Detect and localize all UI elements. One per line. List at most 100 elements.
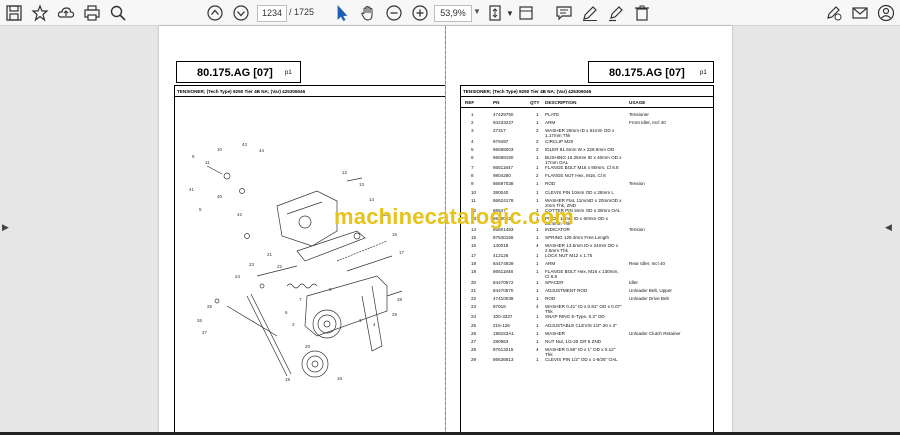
bookmark-star-icon[interactable] bbox=[30, 3, 50, 23]
left-panel-toggle-icon[interactable]: ▶ bbox=[2, 222, 9, 233]
account-icon[interactable] bbox=[876, 3, 896, 23]
qty-cell: 1 bbox=[536, 181, 539, 187]
description-cell: FLANGE NUT Hex, M16, Cl 8 bbox=[545, 173, 606, 179]
callout-40: 40 bbox=[217, 194, 223, 199]
qty-cell: 1 bbox=[536, 269, 539, 275]
ref-cell: 28 bbox=[471, 346, 477, 352]
delete-icon[interactable] bbox=[632, 3, 652, 23]
cloud-upload-icon[interactable] bbox=[56, 3, 76, 23]
pn-cell: 979497 bbox=[493, 138, 509, 144]
ref-cell: 26 bbox=[471, 330, 477, 336]
callout-26: 26 bbox=[197, 318, 203, 323]
usage-cell: Unloader Clutch Retainer bbox=[629, 330, 681, 336]
zoom-dropdown-icon[interactable]: ▼ bbox=[473, 7, 481, 16]
callout-4: 4 bbox=[373, 322, 376, 327]
page-number-input[interactable]: 1234 bbox=[257, 5, 287, 22]
qty-cell: 1 bbox=[536, 287, 539, 293]
previous-page-icon[interactable] bbox=[205, 3, 225, 23]
qty-cell: 4 bbox=[536, 346, 539, 352]
callout-27: 27 bbox=[202, 330, 208, 335]
usage-cell: Front Idler, Incl 40 bbox=[629, 120, 666, 126]
comment-icon[interactable] bbox=[554, 3, 574, 23]
ref-cell: 11 bbox=[471, 197, 476, 203]
pn-cell: 47410038 bbox=[493, 295, 514, 301]
pn-cell: 86697038 bbox=[493, 181, 514, 187]
search-icon[interactable] bbox=[108, 3, 128, 23]
description-cell: PLATE bbox=[545, 112, 560, 117]
description-cell: ADJUSTABLE CLEVIS 1/2"-20 x 3" bbox=[545, 322, 617, 328]
next-page-icon[interactable] bbox=[231, 3, 251, 23]
ref-cell: 6 bbox=[471, 154, 474, 160]
pn-cell: 27317 bbox=[493, 128, 506, 134]
pen-icon[interactable] bbox=[580, 3, 600, 23]
description-cell-continued: 17mm OAL bbox=[545, 159, 569, 165]
callout-17: 17 bbox=[399, 250, 405, 255]
left-page-number: p1 bbox=[285, 70, 292, 76]
description-cell: SPRING 129.3mm Free Length bbox=[545, 234, 610, 240]
pn-cell: 86624178 bbox=[493, 197, 514, 203]
pn-cell: 9804280 bbox=[493, 173, 511, 179]
description-cell-continued: 1.17mm Thk bbox=[545, 133, 571, 139]
callout-10: 10 bbox=[217, 147, 223, 152]
col-qty-header: QTY bbox=[530, 100, 540, 105]
pn-cell: 86636813 bbox=[493, 357, 514, 363]
pn-cell: 94233227 bbox=[493, 120, 514, 126]
description-cell: ARM bbox=[545, 261, 556, 267]
rotate-view-icon[interactable] bbox=[516, 3, 536, 23]
col-ref-header: REF bbox=[465, 100, 475, 105]
pn-cell: 215-126 bbox=[493, 322, 510, 328]
qty-cell: 1 bbox=[536, 314, 539, 320]
ref-cell: 8 bbox=[471, 173, 474, 179]
callout-41: 41 bbox=[189, 187, 195, 192]
qty-cell: 2 bbox=[536, 173, 539, 179]
pn-cell: 380040 bbox=[493, 189, 509, 195]
qty-cell: 1 bbox=[536, 253, 539, 259]
pn-cell: 280963 bbox=[493, 338, 509, 344]
qty-cell: 1 bbox=[536, 357, 539, 363]
usage-cell: Unloader Belt, Upper bbox=[629, 287, 672, 293]
description-cell: LOCK NUT M12 x 1.75 bbox=[545, 253, 593, 259]
zoom-out-icon[interactable] bbox=[384, 3, 404, 23]
callout-42: 42 bbox=[237, 212, 243, 217]
ref-cell: 18 bbox=[471, 261, 477, 267]
highlight-icon[interactable] bbox=[606, 3, 626, 23]
callout-9: 9 bbox=[192, 154, 195, 159]
qty-cell: 1 bbox=[536, 338, 539, 344]
ref-cell: 7 bbox=[471, 165, 474, 171]
hand-tool-icon[interactable] bbox=[358, 3, 378, 23]
zoom-in-icon[interactable] bbox=[410, 3, 430, 23]
save-icon[interactable] bbox=[4, 3, 24, 23]
description-cell: FLANGE BOLT M16 x 90mm, Cl 8.8 bbox=[545, 165, 619, 171]
print-icon[interactable] bbox=[82, 3, 102, 23]
usage-cell: Idler bbox=[629, 279, 638, 285]
ref-cell: 9 bbox=[471, 181, 474, 187]
callout-16: 16 bbox=[392, 232, 398, 237]
sign-icon[interactable] bbox=[824, 3, 844, 23]
ref-cell: 3 bbox=[471, 128, 474, 134]
description-cell: ADJUSTMENT ROD bbox=[545, 287, 588, 293]
email-icon[interactable] bbox=[850, 3, 870, 23]
callout-23: 23 bbox=[249, 262, 255, 267]
callout-3: 3 bbox=[359, 318, 362, 323]
pn-cell: 87613215 bbox=[493, 346, 514, 352]
right-panel-toggle-icon[interactable]: ◀ bbox=[885, 222, 892, 233]
description-cell: WASHER 0.66" ID x 1" OD x 0.12" bbox=[545, 346, 616, 352]
left-page-subtitle: TENSIONER; (Tech Type) 9250 Tier 4B NA; … bbox=[177, 89, 306, 94]
zoom-level-input[interactable]: 53,9% bbox=[434, 5, 472, 22]
ref-cell: 25 bbox=[471, 322, 477, 328]
pn-cell: 86588003 bbox=[493, 146, 514, 152]
callout-8: 8 bbox=[329, 287, 332, 292]
qty-cell: 4 bbox=[536, 242, 539, 248]
ref-cell: 29 bbox=[471, 357, 477, 363]
qty-cell: 2 bbox=[536, 146, 539, 152]
left-page-code: 80.175.AG [07] bbox=[197, 67, 273, 79]
pn-cell: 140018 bbox=[493, 242, 509, 248]
pn-cell: 412126 bbox=[493, 253, 509, 259]
right-page-number: p1 bbox=[700, 70, 707, 76]
select-cursor-icon[interactable] bbox=[332, 3, 352, 23]
ref-cell: 2 bbox=[471, 120, 474, 126]
qty-cell: 1 bbox=[536, 322, 539, 328]
ref-cell: 10 bbox=[471, 189, 477, 195]
callout-11: 11 bbox=[205, 160, 210, 165]
pn-cell: 86588190 bbox=[493, 154, 514, 160]
